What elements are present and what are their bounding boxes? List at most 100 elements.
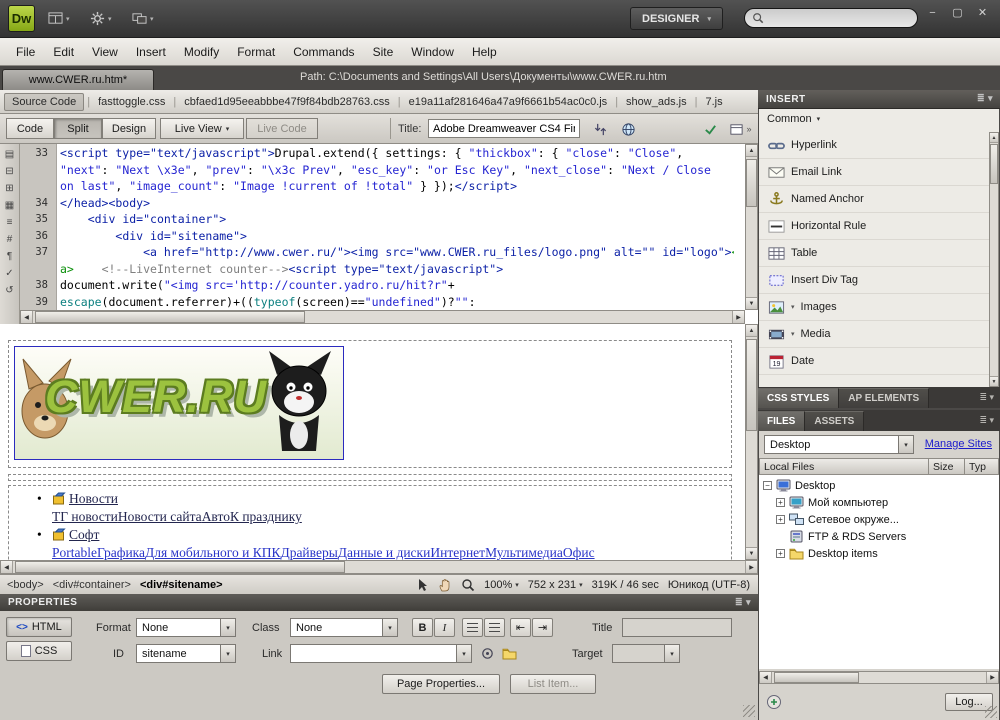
- code-line[interactable]: 37 <a href="http://www.cwer.ru/"><img sr…: [20, 244, 734, 261]
- related-file-5[interactable]: 7.js: [698, 94, 729, 110]
- design-link[interactable]: ТГ новости: [52, 509, 118, 524]
- target-select[interactable]: ▾: [612, 644, 680, 663]
- minimize-button[interactable]: −: [920, 3, 945, 22]
- insert-item-horizontal-rule[interactable]: Horizontal Rule: [759, 213, 989, 240]
- document-tab[interactable]: www.CWER.ru.htm*: [2, 69, 154, 90]
- scroll-down-icon[interactable]: ▼: [746, 547, 757, 559]
- validate-markup-button[interactable]: [698, 120, 722, 138]
- open-documents-icon[interactable]: ▤: [2, 147, 17, 161]
- search-input[interactable]: [764, 11, 902, 25]
- browse-folder-icon[interactable]: [500, 644, 518, 662]
- file-management-button[interactable]: [588, 120, 612, 138]
- preview-in-browser-button[interactable]: [616, 120, 640, 138]
- tab-files[interactable]: FILES: [758, 411, 805, 431]
- scroll-up-icon[interactable]: ▲: [990, 133, 998, 143]
- expand-icon[interactable]: +: [776, 549, 785, 558]
- tree-item[interactable]: FTP & RDS Servers: [759, 528, 999, 545]
- scroll-up-icon[interactable]: ▲: [746, 325, 757, 337]
- zoom-tool-icon[interactable]: [461, 578, 475, 592]
- code-line[interactable]: on last", "image_count": "Image !current…: [20, 178, 734, 195]
- tag-selector-item[interactable]: <div#container>: [53, 579, 131, 591]
- panel-menu-icon[interactable]: ≣ ▾: [979, 392, 994, 403]
- maximize-button[interactable]: ▢: [945, 3, 970, 22]
- scroll-right-icon[interactable]: ▶: [986, 672, 998, 683]
- panel-menu-icon[interactable]: ≣ ▾: [977, 93, 993, 104]
- expand-all-icon[interactable]: ▦: [2, 198, 17, 212]
- design-link[interactable]: Portable: [52, 545, 97, 560]
- scrollbar-thumb[interactable]: [35, 311, 305, 323]
- related-file-1[interactable]: fasttoggle.css: [91, 94, 172, 110]
- menu-site[interactable]: Site: [364, 38, 403, 65]
- search-box[interactable]: [744, 8, 918, 28]
- code-line[interactable]: 35 <div id="container">: [20, 211, 734, 228]
- collapse-icon[interactable]: −: [763, 481, 772, 490]
- design-horizontal-scrollbar[interactable]: ◀ ▶: [0, 560, 758, 574]
- toolbar-overflow-button[interactable]: »: [742, 120, 756, 138]
- tree-item[interactable]: −Desktop: [759, 477, 999, 494]
- design-link[interactable]: Графика: [97, 545, 145, 560]
- manage-sites-link[interactable]: Manage Sites: [925, 438, 992, 450]
- select-parent-tag-icon[interactable]: ≡: [2, 215, 17, 229]
- scroll-up-icon[interactable]: ▲: [746, 145, 757, 157]
- site-select[interactable]: Desktop▾: [764, 435, 914, 454]
- insert-item-media[interactable]: ▾Media: [759, 321, 989, 348]
- expand-icon[interactable]: +: [776, 498, 785, 507]
- tag-selector-item[interactable]: <body>: [7, 579, 44, 591]
- title-field[interactable]: [622, 618, 732, 637]
- scroll-right-icon[interactable]: ▶: [745, 561, 757, 573]
- css-mode-button[interactable]: CSS: [6, 641, 72, 661]
- menu-format[interactable]: Format: [228, 38, 284, 65]
- resize-grip[interactable]: [985, 706, 997, 718]
- format-select[interactable]: None▾: [136, 618, 236, 637]
- code-line[interactable]: 38document.write("<img src='http://count…: [20, 277, 734, 294]
- design-link[interactable]: Интернет: [430, 545, 485, 560]
- bold-button[interactable]: B: [412, 618, 433, 637]
- workspace-switcher-button[interactable]: DESIGNER ▾: [630, 7, 723, 30]
- menu-help[interactable]: Help: [463, 38, 506, 65]
- menu-modify[interactable]: Modify: [175, 38, 228, 65]
- tab-css-styles[interactable]: CSS STYLES: [758, 388, 839, 408]
- insert-item-hyperlink[interactable]: Hyperlink: [759, 132, 989, 159]
- apply-comment-icon[interactable]: ↺: [2, 283, 17, 297]
- code-vertical-scrollbar[interactable]: ▲ ▼: [745, 144, 758, 310]
- insert-item-email-link[interactable]: Email Link: [759, 159, 989, 186]
- scroll-down-icon[interactable]: ▼: [746, 297, 757, 309]
- logo-image[interactable]: CWER.RU: [14, 346, 344, 460]
- design-link[interactable]: АвтоК празднику: [202, 509, 302, 524]
- code-view-button[interactable]: Code: [6, 118, 54, 139]
- scroll-left-icon[interactable]: ◀: [1, 561, 13, 573]
- menu-window[interactable]: Window: [402, 38, 463, 65]
- code-line[interactable]: 34</head><body>: [20, 195, 734, 212]
- design-vertical-scrollbar[interactable]: ▲ ▼: [745, 324, 758, 560]
- collapse-selection-icon[interactable]: ⊞: [2, 181, 17, 195]
- design-link[interactable]: Новости: [69, 491, 118, 506]
- related-file-2[interactable]: cbfaed1d95eeabbbe47f9f84bdb28763.css: [177, 94, 397, 110]
- scrollbar-thumb[interactable]: [746, 339, 757, 431]
- live-code-button[interactable]: Live Code: [246, 118, 318, 139]
- code-line[interactable]: "next": "Next \x3e", "prev": "\x3c Prev"…: [20, 162, 734, 179]
- html-mode-button[interactable]: <>HTML: [6, 617, 72, 637]
- panel-menu-icon[interactable]: ≣ ▾: [979, 415, 994, 426]
- tree-item[interactable]: +Мой компьютер: [759, 494, 999, 511]
- live-view-button[interactable]: Live View▾: [160, 118, 244, 139]
- scrollbar-thumb[interactable]: [15, 561, 345, 573]
- files-horizontal-scrollbar[interactable]: ◀ ▶: [759, 671, 999, 684]
- scrollbar-thumb[interactable]: [746, 159, 757, 207]
- insert-item-insert-div-tag[interactable]: Insert Div Tag: [759, 267, 989, 294]
- italic-button[interactable]: I: [434, 618, 455, 637]
- menu-file[interactable]: File: [7, 38, 44, 65]
- point-to-file-icon[interactable]: [478, 644, 496, 662]
- scroll-left-icon[interactable]: ◀: [760, 672, 772, 683]
- design-link[interactable]: Новости сайта: [118, 509, 202, 524]
- column-size[interactable]: Size: [929, 458, 965, 475]
- expand-icon[interactable]: +: [776, 515, 785, 524]
- resize-grip[interactable]: [743, 705, 755, 717]
- insert-panel-header[interactable]: INSERT ≣ ▾: [758, 90, 1000, 109]
- tag-selector-item[interactable]: <div#sitename>: [140, 579, 223, 591]
- balance-braces-icon[interactable]: #: [2, 232, 17, 246]
- code-line[interactable]: a> <!--LiveInternet counter--><script ty…: [20, 261, 734, 278]
- indent-button[interactable]: ⇥: [532, 618, 553, 637]
- scroll-down-icon[interactable]: ▼: [990, 376, 998, 386]
- window-size-select[interactable]: 752 x 231▾: [528, 579, 583, 591]
- line-numbers-icon[interactable]: ¶: [2, 249, 17, 263]
